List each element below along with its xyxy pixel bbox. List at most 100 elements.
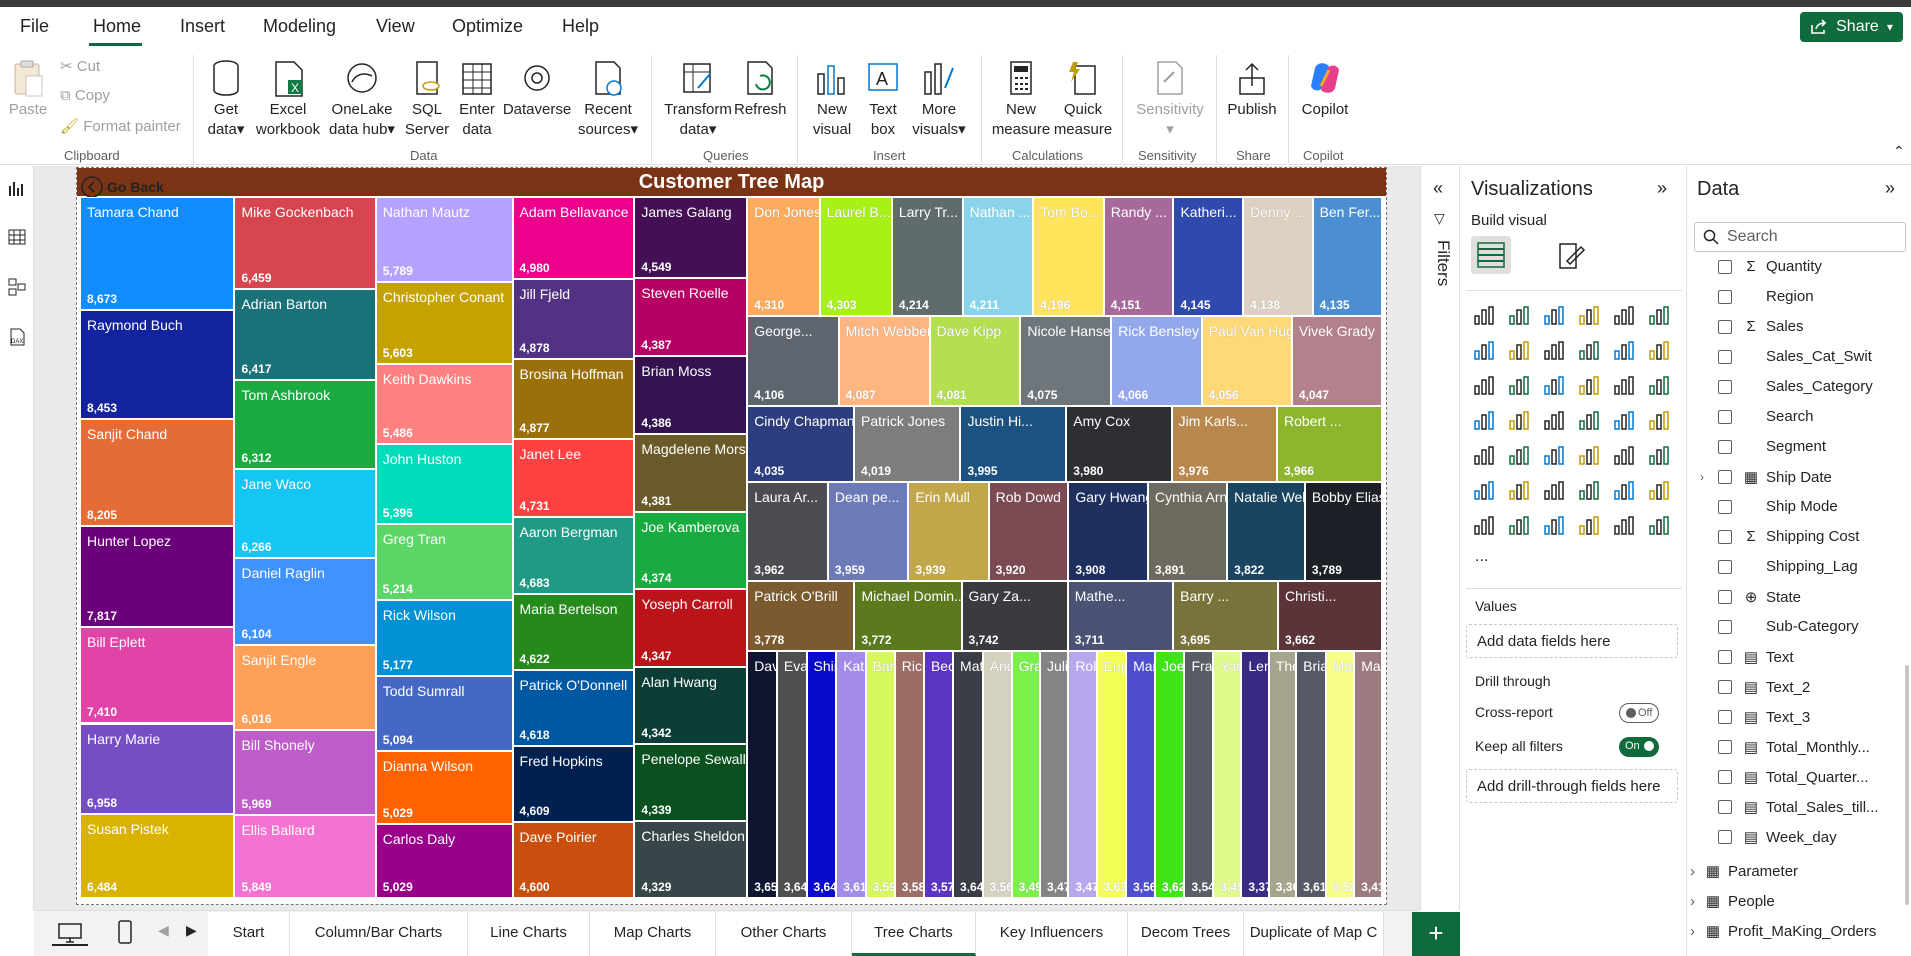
data-field-item[interactable]: ▤ Week_day — [1700, 828, 1837, 846]
table-icon[interactable] — [1578, 444, 1600, 466]
line-column-icon[interactable] — [1613, 339, 1635, 361]
treemap-tile[interactable]: Patrick O'Donnell 4,618 — [512, 670, 635, 747]
diamond-icon[interactable] — [1613, 514, 1635, 536]
decomp-tree-icon[interactable] — [1543, 479, 1565, 501]
line-icon[interactable] — [1473, 339, 1495, 361]
treemap-tile[interactable]: Ellis Ballard 5,849 — [234, 814, 376, 898]
treemap-tile[interactable]: Dave Kipp 4,081 — [929, 316, 1021, 407]
paginated-icon[interactable] — [1473, 514, 1495, 536]
chevron-icon[interactable] — [1648, 514, 1670, 536]
data-field-item[interactable]: ▤ Text — [1700, 648, 1794, 666]
treemap-tile[interactable]: Christopher Conant 5,603 — [375, 281, 513, 364]
treemap-tile[interactable]: Len... 3,372 — [1241, 651, 1269, 898]
treemap-tile[interactable]: Carlos Daly 5,029 — [375, 824, 513, 898]
sql-server-button[interactable]: SQL Server — [400, 58, 454, 140]
enter-data-button[interactable]: Enter data — [454, 58, 500, 140]
treemap-tile[interactable]: Dianna Wilson 5,029 — [375, 750, 513, 825]
cut-button[interactable]: ✂ Cut — [60, 57, 100, 75]
100-bar-icon[interactable] — [1613, 304, 1635, 326]
format-visual-icon[interactable] — [1556, 240, 1588, 272]
treemap-tile[interactable]: Yana Sorens... 3,450 — [1213, 651, 1242, 898]
treemap-tile[interactable]: Andrew Roberts 3,562 — [982, 651, 1012, 898]
donut-icon[interactable] — [1648, 374, 1670, 396]
data-field-item[interactable]: ▤ Total_Sales_till... — [1700, 798, 1879, 816]
treemap-tile[interactable]: Rob Dowd 3,920 — [988, 482, 1069, 581]
treemap-tile[interactable]: Maria Etezadi 3,419 — [1354, 651, 1382, 898]
treemap-tile[interactable]: Patrick Jones 4,019 — [854, 406, 961, 483]
treemap-tile[interactable]: Matthew Cla... 3,643 — [953, 651, 983, 898]
treemap-tile[interactable]: Maria Bertelson 4,622 — [512, 594, 635, 671]
copilot-button[interactable]: Copilot — [1296, 58, 1354, 120]
data-field-item[interactable]: Segment — [1700, 438, 1826, 455]
treemap-tile[interactable]: Jane Waco 6,266 — [234, 469, 376, 559]
treemap-tile[interactable]: Maribeth Sch... 3,529 — [1325, 651, 1355, 898]
data-field-item[interactable]: Sub-Category — [1700, 618, 1859, 635]
treemap-tile[interactable]: Harry Marie 6,958 — [80, 723, 235, 814]
field-checkbox[interactable] — [1718, 710, 1732, 724]
line-clustered-icon[interactable] — [1648, 339, 1670, 361]
100-area-icon[interactable] — [1578, 339, 1600, 361]
field-checkbox[interactable] — [1718, 830, 1732, 844]
data-table-item[interactable]: › ▦ Profit_MaKing_Orders — [1690, 922, 1876, 941]
treemap-tile[interactable]: Erin Mull 3,939 — [908, 482, 989, 581]
field-checkbox[interactable] — [1718, 680, 1732, 694]
data-table-item[interactable]: › ▦ People — [1690, 892, 1775, 911]
field-checkbox[interactable] — [1718, 289, 1732, 304]
more-visuals-button[interactable]: More visuals▾ — [906, 58, 972, 140]
custom-icon[interactable] — [1578, 514, 1600, 536]
treemap-tile[interactable]: Gary Hwang 3,908 — [1068, 482, 1148, 581]
treemap-tile[interactable]: Natalie Webber 3,822 — [1227, 482, 1305, 581]
kpi-icon[interactable] — [1508, 444, 1530, 466]
data-field-item[interactable]: Σ Quantity — [1700, 258, 1822, 275]
onelake-button[interactable]: OneLake data hub▾ — [324, 58, 400, 140]
treemap-tile[interactable]: The... 3,360 — [1268, 651, 1297, 898]
treemap-tile[interactable]: Brian Stugart 3,613 — [1296, 651, 1326, 898]
treemap-tile[interactable]: Rick Bensley 4,066 — [1111, 316, 1202, 407]
treemap-tile[interactable]: Grace ... 3,495 — [1011, 651, 1041, 898]
treemap-tile[interactable]: Magdelene Morse 4,381 — [634, 433, 748, 512]
clustered-bar-icon[interactable] — [1543, 304, 1565, 326]
r-visual-icon[interactable] — [1648, 444, 1670, 466]
keep-all-filters-toggle[interactable]: On — [1619, 737, 1659, 757]
data-field-item[interactable]: › ▦ Ship Date — [1700, 468, 1832, 487]
treemap-tile[interactable]: Aaron Bergman 4,683 — [512, 517, 635, 595]
field-checkbox[interactable] — [1718, 529, 1732, 544]
treemap-tile[interactable]: Evan M... 3,647 — [776, 651, 807, 898]
treemap-tile[interactable]: Ben Fer... 4,135 — [1312, 197, 1382, 317]
data-field-item[interactable]: Search — [1700, 408, 1814, 425]
field-checkbox[interactable] — [1718, 590, 1732, 604]
treemap-tile[interactable]: Nicole Hansen 4,075 — [1020, 316, 1112, 407]
power-apps-icon[interactable] — [1508, 514, 1530, 536]
field-checkbox[interactable] — [1718, 800, 1732, 814]
filled-map-icon[interactable] — [1543, 409, 1565, 431]
filters-pane-collapsed[interactable]: « ▽ Filters — [1420, 166, 1460, 910]
treemap-tile[interactable]: Rick Dus... 3,587 — [894, 651, 924, 898]
treemap-tile[interactable]: Randy ... 4,151 — [1103, 197, 1174, 317]
treemap-tile[interactable]: Julie P... 3,479 — [1040, 651, 1069, 898]
collapse-data-icon[interactable]: » — [1885, 178, 1895, 199]
qa-icon[interactable] — [1578, 479, 1600, 501]
treemap-tile[interactable]: Keith Dawkins 5,486 — [375, 364, 513, 445]
treemap-tile[interactable]: Penelope Sewall 4,339 — [634, 743, 748, 822]
treemap-tile[interactable]: Nathan Mautz 5,789 — [375, 197, 513, 282]
field-checkbox[interactable] — [1718, 319, 1732, 334]
field-checkbox[interactable] — [1718, 740, 1732, 754]
drill-through-well[interactable]: Add drill-through fields here — [1466, 769, 1678, 803]
field-checkbox[interactable] — [1718, 409, 1732, 424]
goals-icon[interactable] — [1648, 479, 1670, 501]
treemap-tile[interactable]: Joe Kamberova 4,374 — [634, 511, 748, 590]
treemap-tile[interactable]: Dave Poirier 4,600 — [512, 822, 635, 898]
menu-modeling[interactable]: Modeling — [263, 16, 336, 37]
sensitivity-button[interactable]: Sensitivity ▾ — [1132, 58, 1208, 140]
more-visuals-ellipsis[interactable]: ... — [1475, 548, 1488, 566]
data-table-item[interactable]: › ▦ Parameter — [1690, 862, 1798, 881]
field-checkbox[interactable] — [1718, 379, 1732, 394]
multi-card-icon[interactable] — [1473, 444, 1495, 466]
report-view-icon[interactable] — [8, 180, 26, 198]
text-box-button[interactable]: A Text box — [860, 58, 906, 140]
treemap-tile[interactable]: Maribeth Yed... 3,560 — [1126, 651, 1156, 898]
cross-report-toggle[interactable]: Off — [1619, 703, 1659, 723]
treemap-tile[interactable]: Shirley Daniels 3,647 — [806, 651, 837, 898]
data-field-item[interactable]: ▤ Total_Monthly... — [1700, 738, 1870, 756]
menu-insert[interactable]: Insert — [180, 16, 225, 37]
